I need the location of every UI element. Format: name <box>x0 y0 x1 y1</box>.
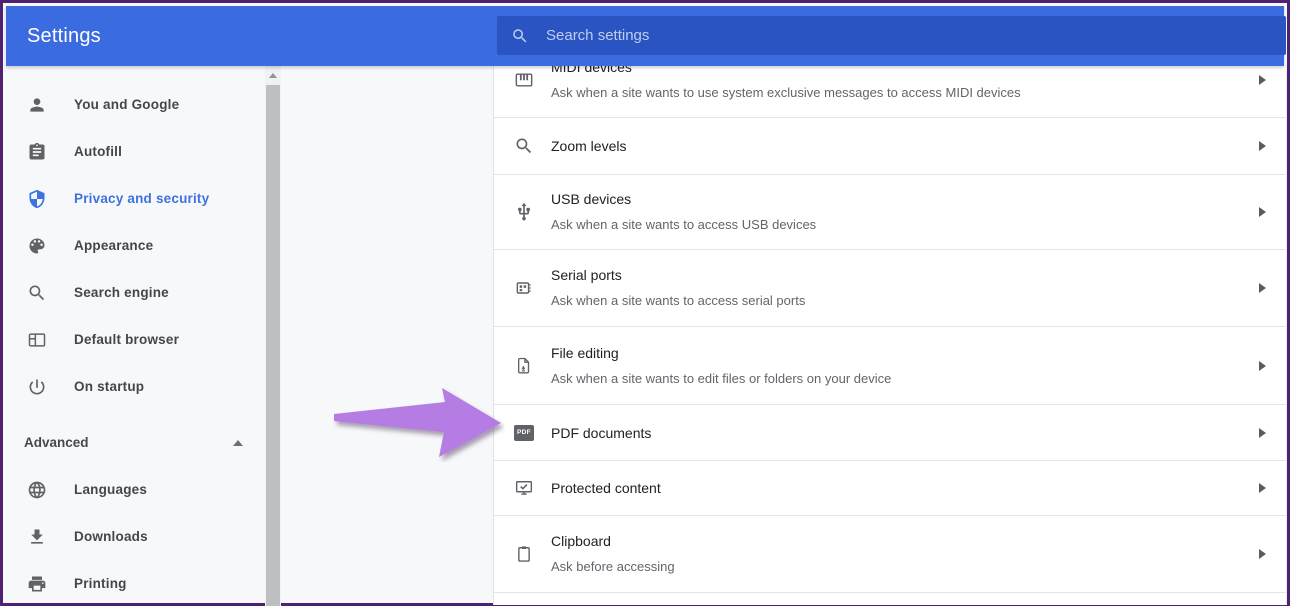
sidebar-item-label: Printing <box>74 576 127 591</box>
list-item-subtitle: Ask before accessing <box>551 557 675 577</box>
chevron-right-icon <box>1259 361 1266 371</box>
power-icon <box>27 377 47 397</box>
site-settings-list: MIDI devices Ask when a site wants to us… <box>493 66 1287 605</box>
sidebar-item-label: Appearance <box>74 238 153 253</box>
search-box[interactable] <box>497 16 1286 55</box>
sidebar-item-label: Default browser <box>74 332 179 347</box>
chevron-right-icon <box>1259 75 1266 85</box>
scrollbar-up-button[interactable] <box>265 66 281 85</box>
triangle-up-icon <box>269 73 277 78</box>
sidebar-item-label: Autofill <box>74 144 122 159</box>
list-item-title: USB devices <box>551 189 816 209</box>
sidebar-item-languages[interactable]: Languages <box>6 466 265 513</box>
sidebar-item-autofill[interactable]: Autofill <box>6 128 265 175</box>
advanced-label: Advanced <box>24 435 89 450</box>
list-item-subtitle: Ask when a site wants to edit files or f… <box>551 369 891 389</box>
clipboard-icon <box>514 543 534 565</box>
list-item-file-editing[interactable]: File editing Ask when a site wants to ed… <box>494 327 1286 405</box>
sidebar-item-default-browser[interactable]: Default browser <box>6 316 265 363</box>
annotation-arrow-icon <box>333 384 505 462</box>
sidebar-item-label: Privacy and security <box>74 191 209 206</box>
sidebar-item-label: Languages <box>74 482 147 497</box>
list-item-clipboard[interactable]: Clipboard Ask before accessing <box>494 516 1286 593</box>
palette-icon <box>27 236 47 256</box>
search-icon <box>511 27 529 45</box>
list-item-serial-ports[interactable]: Serial ports Ask when a site wants to ac… <box>494 250 1286 327</box>
list-item-title: Protected content <box>551 478 661 498</box>
shield-icon <box>27 189 47 209</box>
printer-icon <box>27 574 47 594</box>
scrollbar-thumb[interactable] <box>266 85 280 606</box>
list-item-zoom-levels[interactable]: Zoom levels <box>494 118 1286 175</box>
chevron-right-icon <box>1259 283 1266 293</box>
chevron-right-icon <box>1259 428 1266 438</box>
sidebar-scrollbar[interactable] <box>265 66 281 606</box>
globe-icon <box>27 480 47 500</box>
chevron-right-icon <box>1259 207 1266 217</box>
sidebar-item-label: Search engine <box>74 285 169 300</box>
chevron-right-icon <box>1259 141 1266 151</box>
sidebar-item-downloads[interactable]: Downloads <box>6 513 265 560</box>
list-item-subtitle: Ask when a site wants to access USB devi… <box>551 215 816 235</box>
list-item-subtitle: Ask when a site wants to use system excl… <box>551 83 1021 103</box>
sidebar-item-appearance[interactable]: Appearance <box>6 222 265 269</box>
sidebar-item-label: You and Google <box>74 97 179 112</box>
sidebar-item-label: Downloads <box>74 529 148 544</box>
list-item-midi-devices[interactable]: MIDI devices Ask when a site wants to us… <box>494 66 1286 118</box>
pdf-icon: PDF <box>514 422 534 444</box>
sidebar-item-you-and-google[interactable]: You and Google <box>6 81 265 128</box>
chevron-right-icon <box>1259 549 1266 559</box>
sidebar-item-search-engine[interactable]: Search engine <box>6 269 265 316</box>
sidebar-item-label: On startup <box>74 379 144 394</box>
list-item-pdf-documents[interactable]: PDF PDF documents <box>494 405 1286 461</box>
list-item-title: MIDI devices <box>551 66 1021 77</box>
header-bar: Settings <box>6 6 1284 66</box>
chevron-right-icon <box>1259 483 1266 493</box>
serial-port-icon <box>514 277 534 299</box>
sidebar-advanced-toggle[interactable]: Advanced <box>6 419 265 466</box>
list-item-title: Zoom levels <box>551 136 626 156</box>
list-item-title: Serial ports <box>551 265 805 285</box>
file-edit-icon <box>514 355 534 377</box>
sidebar-item-privacy-and-security[interactable]: Privacy and security <box>6 175 265 222</box>
midi-icon <box>514 69 534 91</box>
page-title: Settings <box>27 6 101 66</box>
magnifier-icon <box>514 135 534 157</box>
browser-window-icon <box>27 330 47 350</box>
sidebar-item-on-startup[interactable]: On startup <box>6 363 265 410</box>
sidebar-nav: You and Google Autofill Privacy and secu… <box>6 66 265 600</box>
monitor-check-icon <box>514 477 534 499</box>
usb-icon <box>514 201 534 223</box>
list-item-subtitle: Ask when a site wants to access serial p… <box>551 291 805 311</box>
autofill-icon <box>27 142 47 162</box>
list-item-title: Clipboard <box>551 531 675 551</box>
pdf-badge-text: PDF <box>514 425 534 441</box>
list-item-usb-devices[interactable]: USB devices Ask when a site wants to acc… <box>494 175 1286 250</box>
chevron-up-icon <box>233 440 243 446</box>
search-icon <box>27 283 47 303</box>
settings-window: Settings You and Google Autofill Pr <box>0 0 1290 606</box>
download-icon <box>27 527 47 547</box>
list-item-title: PDF documents <box>551 423 651 443</box>
sidebar-item-printing[interactable]: Printing <box>6 560 265 606</box>
list-item-title: File editing <box>551 343 891 363</box>
search-input[interactable] <box>546 27 1146 44</box>
list-item-protected-content[interactable]: Protected content <box>494 461 1286 516</box>
person-icon <box>27 95 47 115</box>
